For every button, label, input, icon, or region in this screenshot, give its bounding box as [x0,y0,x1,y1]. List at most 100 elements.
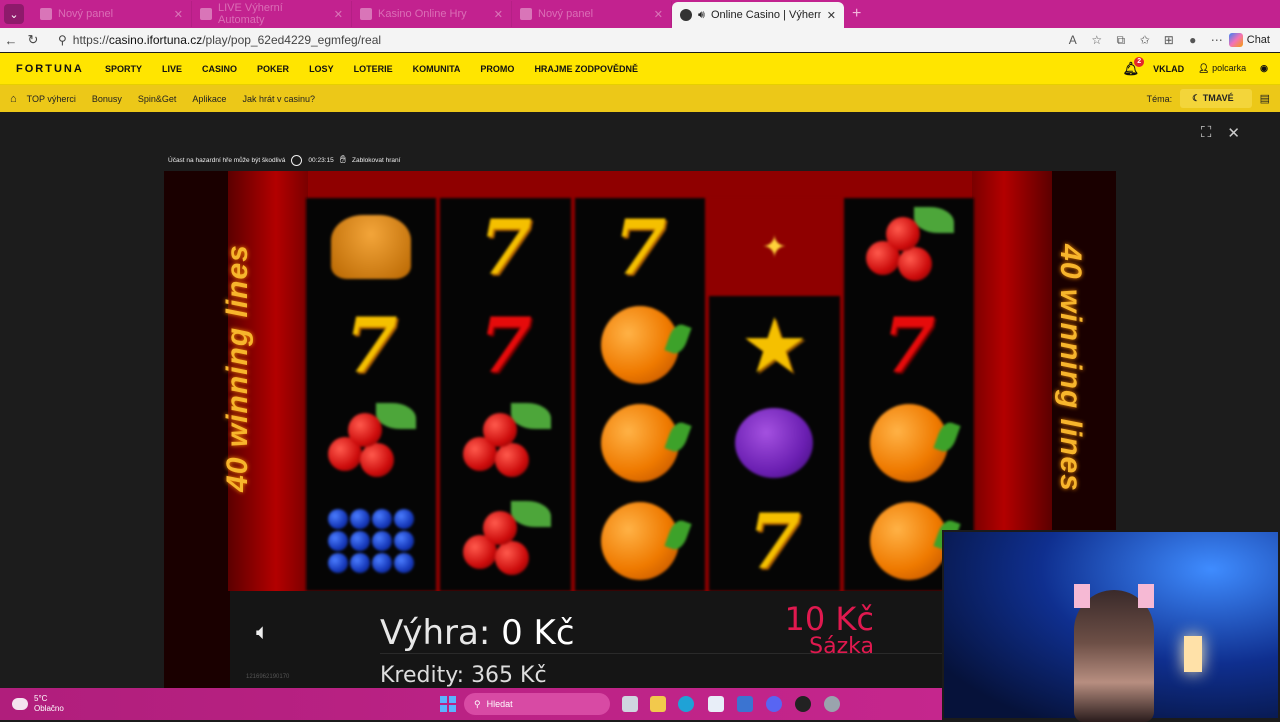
windows-start-icon[interactable] [440,696,456,712]
responsible-gaming-bar: Účast na hazardní hře může být škodlivá … [168,154,400,167]
store-icon[interactable] [708,696,724,712]
browser-tab[interactable]: LIVE Výherní Automaty ✕ [192,1,352,27]
sound-icon[interactable]: 🔈︎ [256,619,286,649]
site-info-icon[interactable]: ⚲ [58,33,67,47]
reel-symbol-special: ✦ [709,198,840,296]
browser-tab[interactable]: Kasino Online Hry ✕ [352,1,512,27]
more-menu-icon[interactable]: ⋯ [1205,33,1229,47]
nav-poker[interactable]: POKER [257,64,289,74]
tab-close-icon[interactable]: ✕ [654,8,663,21]
nav-sporty[interactable]: SPORTY [105,64,142,74]
theme-label: Téma: [1146,93,1173,104]
tab-favicon [520,8,532,20]
close-icon[interactable]: ✕ [1227,124,1240,142]
win-value: 0 Kč [501,613,575,653]
hand-icon: ✋︎ [339,154,347,166]
credits-value: 365 Kč [471,663,547,688]
subnav-aplikace[interactable]: Aplikace [192,94,226,104]
reel-symbol-seven-red: 7 [479,300,533,390]
credits-label: Kredity: [380,663,465,688]
bet-value: 10 Kč [784,600,874,638]
game-serial: 1216962190170 [246,674,290,680]
reel-symbol-seven: 7 [344,300,398,390]
user-icon: 👤︎ [1198,63,1210,73]
weather-widget[interactable]: 5°C Oblačno [12,694,64,713]
task-view-icon[interactable] [622,696,638,712]
edge-icon[interactable] [678,696,694,712]
user-menu[interactable]: 👤︎ polcarka [1198,63,1246,74]
block-play-link[interactable]: Zablokovat hraní [352,157,400,164]
theme-toggle-button[interactable]: ☾ TMAVÉ [1180,89,1252,108]
obs-icon[interactable] [795,696,811,712]
tab-close-icon[interactable]: ✕ [827,9,836,22]
favorites-icon[interactable]: ✩ [1133,33,1157,47]
settings-icon[interactable] [824,696,840,712]
cloud-icon [12,698,28,710]
moon-icon: ☾ [1192,93,1201,103]
notifications-badge: 2 [1134,56,1145,67]
tab-close-icon[interactable]: ✕ [174,8,183,21]
subnav-spin-get[interactable]: Spin&Get [138,94,177,104]
nav-loterie[interactable]: LOTERIE [354,64,393,74]
chat-icon[interactable]: ▤ [1260,92,1270,105]
file-explorer-icon[interactable] [650,696,666,712]
tab-favicon [360,8,372,20]
nav-hrajme-zodpovedne[interactable]: HRAJME ZODPOVĚDNĚ [534,64,638,74]
tab-close-icon[interactable]: ✕ [494,8,503,21]
reel: 77 [440,198,571,591]
reel-symbol-seven-red: 7 [882,300,936,390]
speaker-icon[interactable]: 🔊︎ [698,9,705,22]
theme-value: TMAVÉ [1202,93,1234,103]
nav-live[interactable]: LIVE [162,64,182,74]
reel-symbol-seven: 7 [613,202,667,292]
reel-symbol-orange [575,492,705,590]
url-path: /play/pop_62ed4229_egmfeg/real [202,33,382,47]
reel: 7 [306,198,437,591]
url-prefix: https:// [72,33,109,47]
copilot-chat-button[interactable]: Chat [1228,33,1270,47]
discord-icon[interactable] [766,696,782,712]
new-tab-button[interactable]: + [852,5,861,23]
browser-tab[interactable]: Nový panel ✕ [512,1,672,27]
reel-symbol-plum [709,394,839,492]
subnav-bonusy[interactable]: Bonusy [92,94,122,104]
tab-actions-menu-button[interactable]: ⌄ [4,4,24,24]
fortuna-logo[interactable]: FORTUNA [16,63,105,75]
search-icon: ⚲ [474,698,481,709]
browser-tab-bar: ⌄ Nový panel ✕ LIVE Výherní Automaty ✕ Kas… [0,0,1280,28]
url-field[interactable]: ⚲ https://casino.ifortuna.cz/play/pop_62… [50,30,1061,50]
deposit-button[interactable]: VKLAD [1153,64,1184,74]
address-bar: ← ↻ ⚲ https://casino.ifortuna.cz/play/po… [0,28,1280,52]
profile-avatar-icon[interactable]: ● [1181,33,1205,47]
reel-frame-top [228,171,1052,198]
nav-komunita[interactable]: KOMUNITA [413,64,461,74]
bet-display[interactable]: 10 Kč Sázka [734,603,874,659]
extensions-icon[interactable]: ⧉ [1109,33,1133,48]
tab-title: Kasino Online Hry [378,8,467,20]
nav-right-group: 🔔︎ 2 VKLAD 👤︎ polcarka ◉ [1123,56,1268,77]
subnav-jak-hrat[interactable]: Jak hrát v casinu? [242,94,315,104]
nav-losy[interactable]: LOSY [309,64,334,74]
collections-icon[interactable]: ⊞ [1157,33,1181,47]
favorite-star-icon[interactable]: ☆ [1085,33,1109,47]
notifications-bell-icon[interactable]: 🔔︎ 2 [1123,56,1145,77]
tab-close-icon[interactable]: ✕ [334,8,343,21]
taskbar-search[interactable]: ⚲ Hledat [464,693,610,715]
read-aloud-icon[interactable]: A [1061,33,1085,47]
subnav-top-vyherci[interactable]: TOP výherci [27,94,76,104]
home-icon[interactable]: ⌂ [10,93,17,105]
win-display: Výhra: 0 Kč [380,613,575,653]
nav-promo[interactable]: PROMO [480,64,514,74]
back-icon[interactable]: ← [0,33,22,48]
browser-tab-active[interactable]: 🔊︎ Online Casino | Výherní Autom ✕ [672,2,844,28]
mail-icon[interactable] [737,696,753,712]
tab-title: Online Casino | Výherní Autom [710,9,821,21]
reel-symbol-grapes [306,492,436,590]
hide-balance-icon[interactable]: ◉ [1260,63,1268,74]
nav-casino[interactable]: CASINO [202,64,237,74]
fullscreen-icon[interactable]: ⛶ [1201,124,1212,142]
weather-condition: Oblačno [34,704,64,713]
winning-lines-text-left: 40 winning lines [220,244,254,492]
refresh-icon[interactable]: ↻ [22,32,44,48]
browser-tab[interactable]: Nový panel ✕ [32,1,192,27]
